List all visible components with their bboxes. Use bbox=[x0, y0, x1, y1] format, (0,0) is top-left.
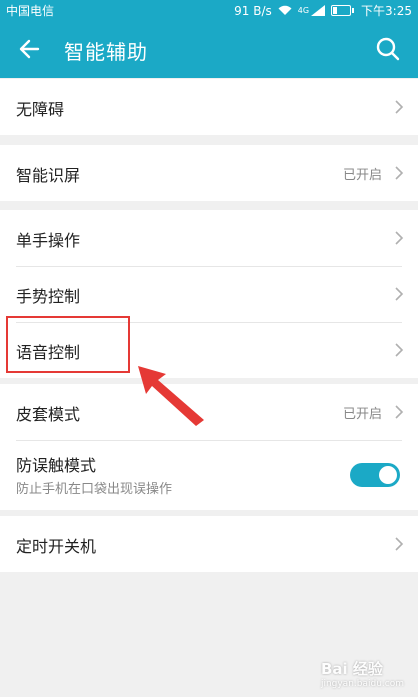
row-cover-mode[interactable]: 皮套模式 已开启 bbox=[0, 384, 418, 440]
row-subtitle: 防止手机在口袋出现误操作 bbox=[16, 482, 173, 497]
watermark: Bai 经验 jingyan.baidu.com bbox=[321, 658, 404, 689]
row-label: 单手操作 bbox=[16, 231, 81, 250]
network-type-label: 4G bbox=[297, 6, 310, 15]
row-scheduled-power[interactable]: 定时开关机 bbox=[0, 516, 418, 572]
chevron-right-icon bbox=[395, 537, 404, 551]
wifi-icon bbox=[278, 5, 292, 15]
signal-icon bbox=[311, 5, 326, 16]
watermark-text: Bai 经验 bbox=[320, 660, 383, 678]
row-value: 已开启 bbox=[342, 407, 382, 422]
chevron-right-icon bbox=[395, 166, 404, 180]
chevron-right-icon bbox=[395, 343, 404, 357]
battery-icon bbox=[331, 5, 355, 16]
settings-group-5: 定时开关机 bbox=[0, 516, 418, 572]
row-gesture[interactable]: 手势控制 bbox=[0, 266, 418, 322]
row-label: 防误触模式 bbox=[16, 456, 97, 475]
chevron-right-icon bbox=[395, 287, 404, 301]
watermark-url: jingyan.baidu.com bbox=[320, 679, 404, 689]
settings-group-4: 皮套模式 已开启 防误触模式 防止手机在口袋出现误操作 bbox=[0, 384, 418, 510]
settings-group-3: 单手操作 手势控制 语音控制 bbox=[0, 210, 418, 378]
chevron-right-icon bbox=[395, 405, 404, 419]
row-label: 皮套模式 bbox=[16, 405, 81, 424]
row-smart-screen[interactable]: 智能识屏 已开启 bbox=[0, 145, 418, 201]
chevron-right-icon bbox=[395, 100, 404, 114]
row-label: 语音控制 bbox=[16, 343, 81, 362]
chevron-right-icon bbox=[395, 231, 404, 245]
row-pocket-mode: 防误触模式 防止手机在口袋出现误操作 bbox=[0, 440, 418, 510]
network-speed: 91 B/s bbox=[234, 3, 272, 18]
app-bar: 智能辅助 bbox=[0, 20, 418, 78]
row-voice-control[interactable]: 语音控制 bbox=[0, 322, 418, 378]
clock: 下午3:25 bbox=[361, 4, 412, 18]
page-title: 智能辅助 bbox=[64, 40, 148, 64]
row-label: 无障碍 bbox=[16, 100, 65, 119]
row-value: 已开启 bbox=[342, 168, 382, 183]
search-icon[interactable] bbox=[374, 35, 402, 63]
carrier-label: 中国电信 bbox=[6, 4, 55, 18]
arrow-left-icon[interactable] bbox=[16, 35, 44, 63]
row-label: 手势控制 bbox=[16, 287, 81, 306]
pocket-mode-toggle[interactable] bbox=[350, 463, 400, 487]
row-label: 智能识屏 bbox=[16, 166, 81, 185]
row-label: 定时开关机 bbox=[16, 537, 97, 556]
status-right: 91 B/s 4G 下午3:25 bbox=[234, 2, 412, 19]
row-accessibility[interactable]: 无障碍 bbox=[0, 79, 418, 135]
row-one-hand[interactable]: 单手操作 bbox=[0, 210, 418, 266]
status-bar: 中国电信 91 B/s 4G 下午3:25 bbox=[0, 0, 418, 20]
toggle-knob bbox=[379, 466, 397, 484]
settings-group-1: 无障碍 bbox=[0, 79, 418, 135]
settings-group-2: 智能识屏 已开启 bbox=[0, 145, 418, 201]
